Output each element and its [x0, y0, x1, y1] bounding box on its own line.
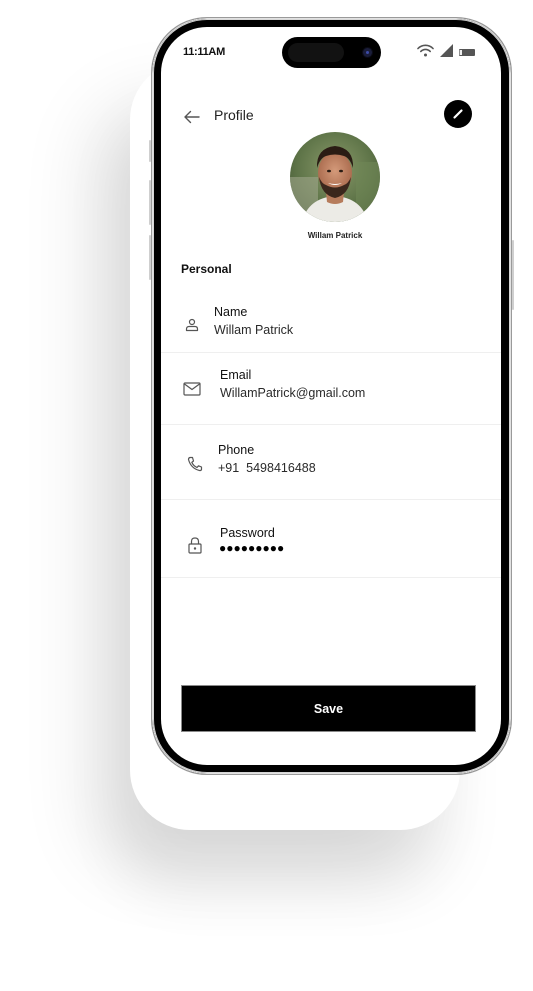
action-button [149, 140, 151, 162]
phone-screen: 11:11AM Profile Willam Patrick Personal … [161, 27, 501, 765]
volume-down-button [149, 235, 151, 280]
field-label: Email [220, 368, 252, 382]
field-value: WillamPatrick@gmail.com [220, 386, 366, 400]
field-value: Willam Patrick [214, 323, 294, 337]
profile-photo [290, 132, 380, 222]
status-icons [417, 44, 475, 62]
cellular-signal-icon [440, 44, 453, 62]
status-time: 11:11AM [183, 46, 225, 58]
lock-icon [185, 535, 205, 555]
power-button [512, 240, 514, 310]
page-title: Profile [214, 107, 254, 123]
dynamic-island [282, 37, 381, 68]
back-button[interactable] [181, 107, 201, 127]
password-value: ●●●●●●●●● [219, 541, 285, 555]
field-label: Phone [218, 443, 255, 457]
volume-up-button [149, 180, 151, 225]
mail-icon [182, 379, 202, 399]
wifi-icon [417, 44, 434, 62]
section-title: Personal [181, 262, 232, 276]
profile-name: Willam Patrick [307, 231, 363, 240]
phone-icon [185, 454, 205, 474]
field-password[interactable]: Password ●●●●●●●●● [161, 500, 501, 578]
field-phone[interactable]: Phone +91 5498416488 [161, 425, 501, 500]
person-icon [182, 315, 202, 335]
pencil-icon [453, 109, 463, 119]
edit-profile-button[interactable] [444, 100, 472, 128]
battery-icon [459, 44, 475, 62]
field-email[interactable]: Email WillamPatrick@gmail.com [161, 353, 501, 425]
save-button[interactable]: Save [181, 685, 476, 732]
avatar[interactable] [290, 132, 380, 222]
front-camera-icon [363, 48, 372, 57]
field-value: +91 5498416488 [218, 461, 316, 475]
field-name[interactable]: Name Willam Patrick [161, 287, 501, 353]
field-label: Name [214, 305, 248, 319]
field-label: Password [220, 526, 275, 540]
arrow-left-icon [183, 110, 200, 124]
island-sensor [288, 43, 344, 62]
